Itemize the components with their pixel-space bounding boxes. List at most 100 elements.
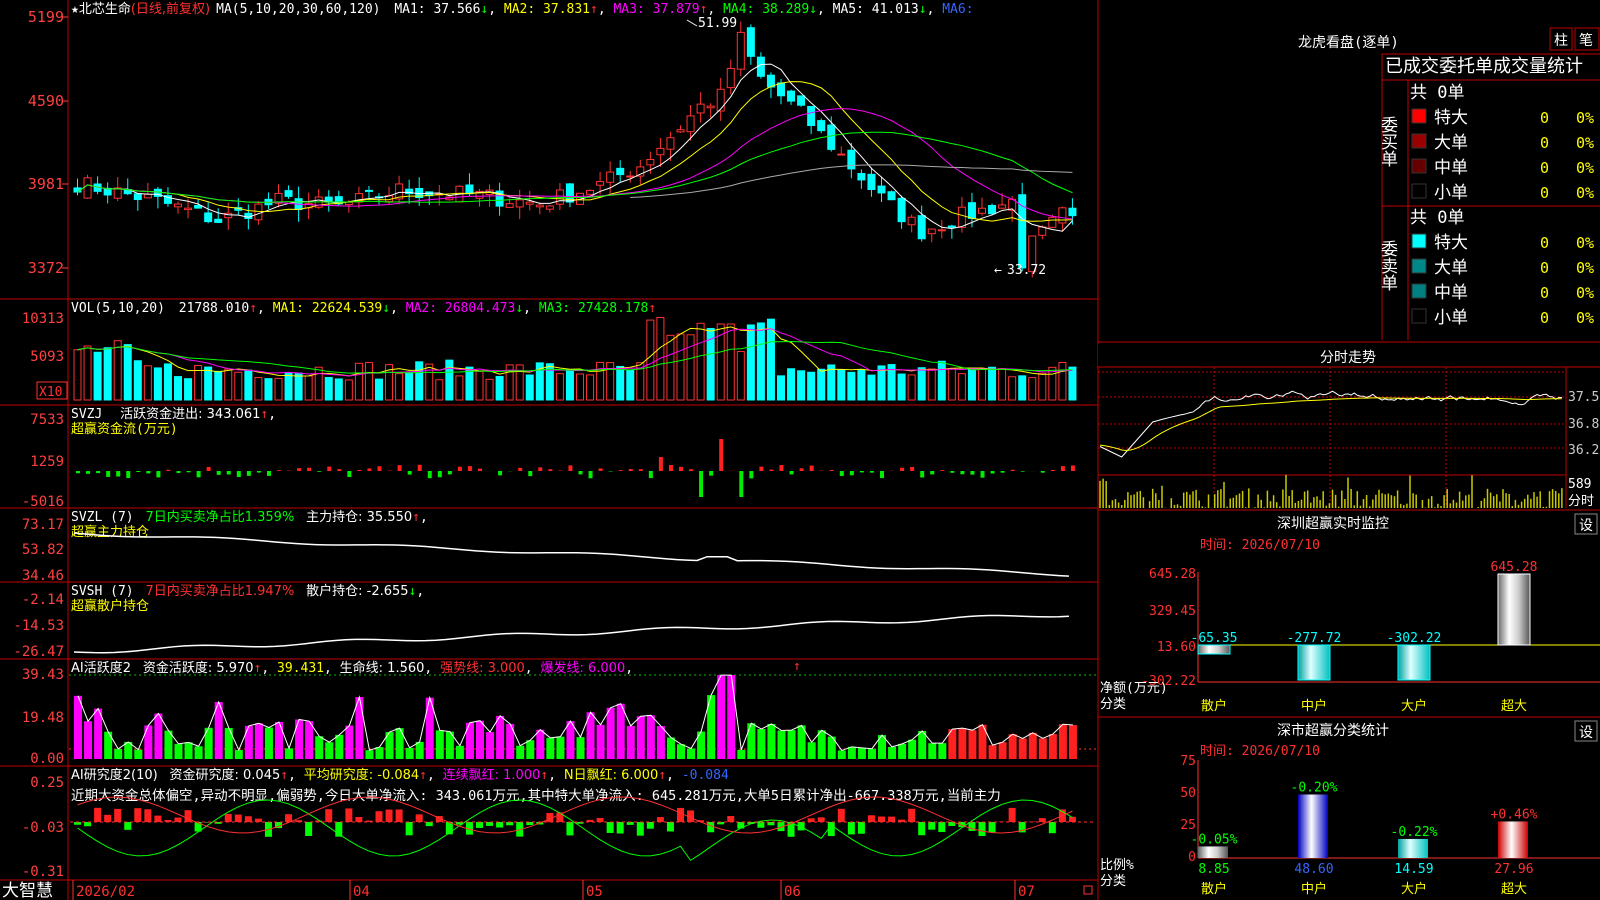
volume-bar bbox=[797, 370, 806, 401]
flow-bar bbox=[799, 468, 804, 471]
volume-bar bbox=[525, 374, 534, 401]
sz-stats-title: 深市超赢分类统计 bbox=[1277, 722, 1389, 739]
activity-bar bbox=[275, 722, 283, 759]
price-panel[interactable]: 5199 4590 3981 3372 ★北芯生命(日线,前复权) MA(5,10… bbox=[28, 1, 1077, 278]
research-bar bbox=[616, 822, 624, 834]
flow-bar bbox=[297, 468, 302, 471]
date-axis: 大智慧 2026/02 04 05 06 07 bbox=[2, 880, 1093, 900]
candle-body bbox=[967, 202, 976, 219]
research-bar bbox=[415, 814, 423, 822]
date-label: 05 bbox=[586, 884, 603, 900]
intraday-panel[interactable]: 分时走势 37.51 36.86 36.22 589 分时 bbox=[1098, 344, 1600, 509]
net-flow-bar bbox=[1297, 644, 1331, 681]
svsh-tick: -14.53 bbox=[13, 618, 64, 634]
ai-research-panel[interactable]: AI研究度2(10) 资金研究度: 0.045↑, 平均研究度: -0.084↑… bbox=[22, 767, 1096, 880]
stats-tick: 0 bbox=[1188, 850, 1196, 865]
flow-bar bbox=[940, 470, 945, 471]
buy-row-color-swatch bbox=[1411, 133, 1427, 149]
ai-research-tick: -0.03 bbox=[22, 820, 64, 836]
volume-bar bbox=[395, 373, 404, 401]
research-bar bbox=[405, 822, 413, 836]
volume-bar bbox=[304, 375, 313, 401]
buy-row-count: 0 bbox=[1540, 184, 1549, 202]
flow-bar bbox=[980, 471, 985, 478]
candle-body bbox=[897, 197, 906, 223]
buy-total: 共 0单 bbox=[1410, 83, 1464, 103]
candle-body bbox=[656, 147, 665, 156]
sell-row-count: 0 bbox=[1540, 309, 1549, 327]
flow-bar bbox=[1070, 465, 1075, 471]
proportion-bar bbox=[1298, 794, 1328, 858]
candle-body bbox=[988, 204, 997, 215]
dragon-tiger-header: 已成交委托单成交量统计 bbox=[1385, 56, 1583, 77]
candle-body bbox=[194, 204, 203, 209]
research-bar bbox=[486, 822, 494, 826]
proportion-bar bbox=[1398, 838, 1428, 858]
volume-bar bbox=[736, 351, 745, 401]
research-bar bbox=[395, 809, 403, 822]
sz-monitor-xlabel: 分类 bbox=[1100, 697, 1126, 712]
flow-bar bbox=[357, 469, 362, 471]
volume-bar bbox=[565, 370, 574, 401]
activity-bar bbox=[325, 742, 334, 759]
activity-bar bbox=[315, 736, 324, 759]
volume-bar bbox=[686, 334, 695, 401]
main-position-line bbox=[73, 532, 1069, 577]
research-bar bbox=[234, 814, 242, 822]
sz-monitor-panel[interactable]: 深圳超赢实时监控 设 时间: 2026/07/10 645.28 329.45 … bbox=[1098, 509, 1600, 714]
volume-ma2: MA2: 26804.473 bbox=[406, 301, 516, 316]
svzl-tick: 73.17 bbox=[22, 517, 64, 533]
research-bar bbox=[908, 808, 916, 822]
research-bar bbox=[154, 815, 162, 822]
sz-tick: 329.45 bbox=[1149, 604, 1196, 619]
flow-bar bbox=[689, 469, 694, 471]
volume-bar bbox=[354, 362, 363, 401]
volume-bar bbox=[867, 374, 876, 401]
ai-active-panel[interactable]: AI活跃度2 资金活跃度: 5.970↑, 39.431, 生命线: 1.560… bbox=[22, 659, 1096, 767]
flow-bar bbox=[648, 471, 653, 479]
tick-mode-label: 笔 bbox=[1579, 33, 1593, 49]
sz-stats-panel[interactable]: 深市超赢分类统计 设 时间: 2026/07/10 75 50 25 0 比例%… bbox=[1098, 716, 1600, 897]
volume-bar bbox=[314, 366, 323, 401]
volume-bar bbox=[907, 374, 916, 401]
svsh-panel[interactable]: SVSH (7) 7日内买卖净占比1.947% 散户持仓: -2.655↓, 超… bbox=[13, 583, 1069, 660]
volume-bar bbox=[113, 340, 122, 401]
activity-bar bbox=[1038, 738, 1047, 759]
volume-bar bbox=[616, 365, 625, 401]
volume-bar bbox=[847, 371, 856, 401]
volume-value: 21788.010 bbox=[179, 301, 249, 316]
candle-body bbox=[947, 225, 956, 228]
net-flow-bar bbox=[1197, 644, 1231, 655]
candle-body bbox=[1048, 216, 1057, 228]
scroll-lock-icon[interactable] bbox=[1083, 885, 1093, 895]
flow-bar bbox=[86, 471, 91, 474]
volume-bar bbox=[897, 373, 906, 401]
svzl-panel[interactable]: SVZL (7) 7日内买卖净占比1.359% 主力持仓: 35.550↑, 超… bbox=[22, 509, 1069, 584]
volume-bar bbox=[143, 365, 152, 401]
candle-body bbox=[133, 193, 142, 201]
activity-bar bbox=[1028, 732, 1037, 759]
flow-bar bbox=[719, 439, 724, 471]
research-bar bbox=[918, 822, 926, 836]
svzj-panel[interactable]: SVZJ 活跃资金进出: 343.061↑, 超赢资金流(万元) 7533 12… bbox=[22, 406, 1075, 510]
volume-bar bbox=[264, 378, 273, 401]
candle-body bbox=[676, 129, 685, 133]
volume-bar bbox=[817, 368, 826, 401]
research-bar bbox=[938, 822, 946, 833]
candle-body bbox=[465, 184, 474, 195]
net-flow-value: -302.22 bbox=[1387, 631, 1442, 646]
volume-bar bbox=[777, 375, 785, 401]
flow-bar bbox=[266, 471, 271, 476]
sz-stats-ylabel: 比例% bbox=[1100, 858, 1134, 873]
flow-bar bbox=[307, 467, 312, 471]
ai-research-summary: 近期大资金总体偏空,异动不明显,偏弱势,今日大单净流入: 343.061万元,其… bbox=[71, 787, 1001, 804]
buy-row-label: 中单 bbox=[1434, 158, 1468, 178]
sell-orders-title: 委卖单 bbox=[1377, 240, 1398, 291]
candlestick-series[interactable] bbox=[73, 21, 1077, 278]
volume-panel[interactable]: VOL(5,10,20) 21788.010↑, MA1: 22624.539↓… bbox=[22, 301, 1077, 401]
research-bar bbox=[224, 813, 232, 822]
flow-bar bbox=[126, 471, 131, 478]
volume-bar bbox=[787, 368, 796, 401]
research-bar bbox=[978, 822, 986, 837]
retail-position-line bbox=[73, 614, 1069, 654]
